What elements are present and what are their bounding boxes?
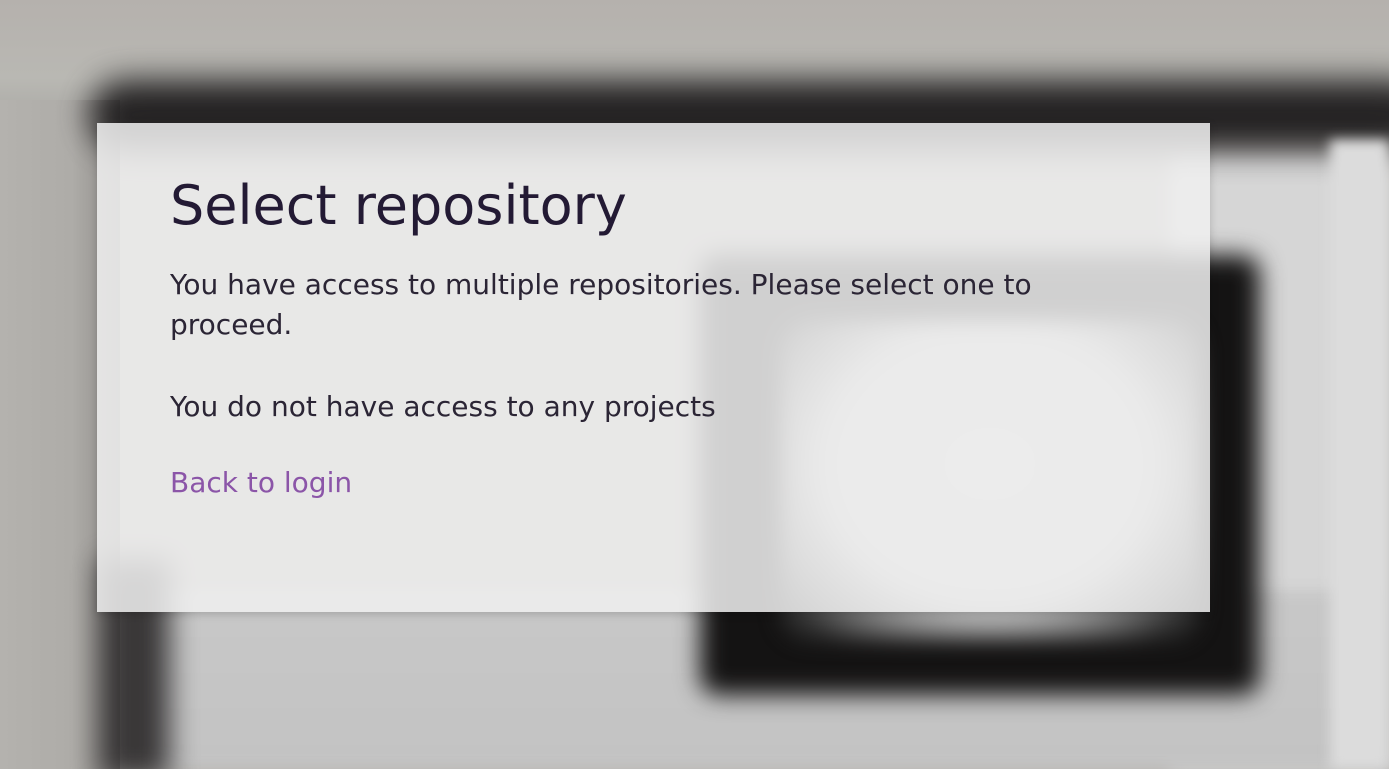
dialog-description: You have access to multiple repositories… xyxy=(170,268,1032,342)
login-background: Select repository You have access to mul… xyxy=(0,0,1389,769)
back-to-login-link[interactable]: Back to login xyxy=(170,463,352,503)
background-right-edge xyxy=(1330,140,1389,769)
select-repository-dialog: Select repository You have access to mul… xyxy=(97,123,1210,612)
dialog-title: Select repository xyxy=(170,174,627,237)
no-projects-message: You do not have access to any projects xyxy=(170,390,716,424)
